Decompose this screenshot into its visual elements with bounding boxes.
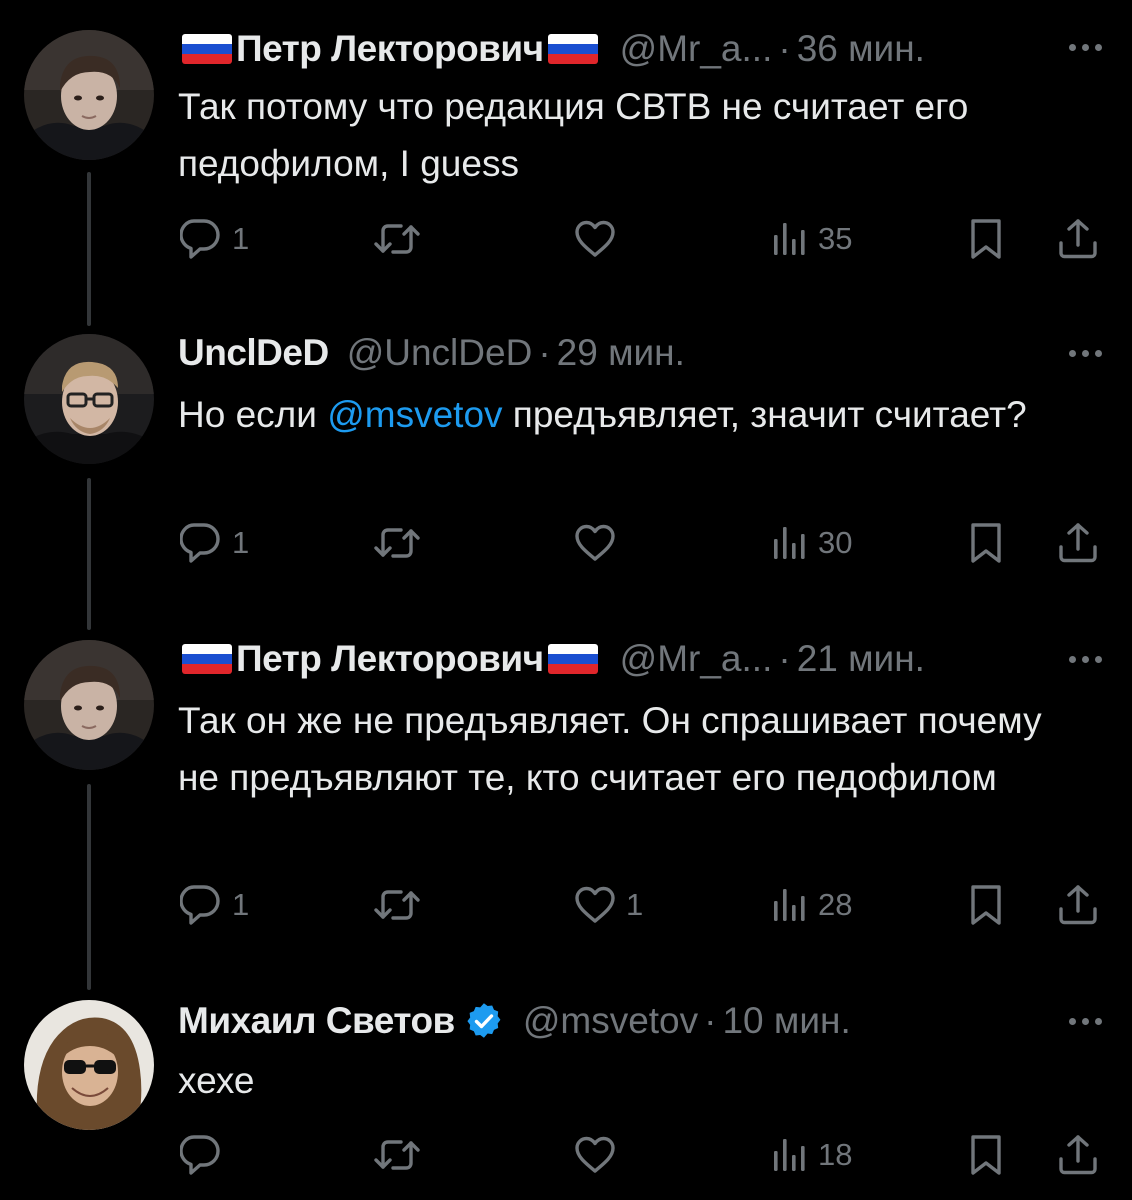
bookmark-icon xyxy=(971,1135,1001,1175)
avatar[interactable] xyxy=(24,1000,154,1130)
reply-icon xyxy=(180,1135,220,1175)
tweet-actions: 18 xyxy=(0,1130,1132,1180)
retweet-button[interactable] xyxy=(374,1130,422,1180)
reply-thread: Петр Лекторович @Mr_a... · 36 мин. Так п… xyxy=(0,0,1132,1200)
user-handle[interactable]: @msvetov xyxy=(523,998,698,1044)
share-icon xyxy=(1059,1135,1097,1175)
retweet-icon xyxy=(374,1140,420,1170)
tweet-header: Михаил Светов @msvetov · 10 мин. xyxy=(178,998,851,1044)
display-name[interactable]: Михаил Светов xyxy=(178,998,455,1044)
reply-button[interactable] xyxy=(180,1130,232,1180)
verified-badge-icon xyxy=(465,1002,503,1040)
bookmark-button[interactable] xyxy=(968,1130,1004,1180)
share-button[interactable] xyxy=(1058,1130,1098,1180)
separator: · xyxy=(704,1000,717,1041)
like-button[interactable] xyxy=(574,1130,626,1180)
views-icon xyxy=(774,1139,805,1171)
views-button[interactable]: 18 xyxy=(772,1130,852,1180)
heart-icon xyxy=(575,1136,615,1173)
more-icon[interactable] xyxy=(1069,1018,1102,1025)
timestamp[interactable]: 10 мин. xyxy=(722,998,850,1044)
tweet[interactable]: Михаил Светов @msvetov · 10 мин. хехе 18 xyxy=(0,0,1132,1200)
tweet-text: хехе xyxy=(178,1060,255,1101)
view-count: 18 xyxy=(818,1137,853,1172)
